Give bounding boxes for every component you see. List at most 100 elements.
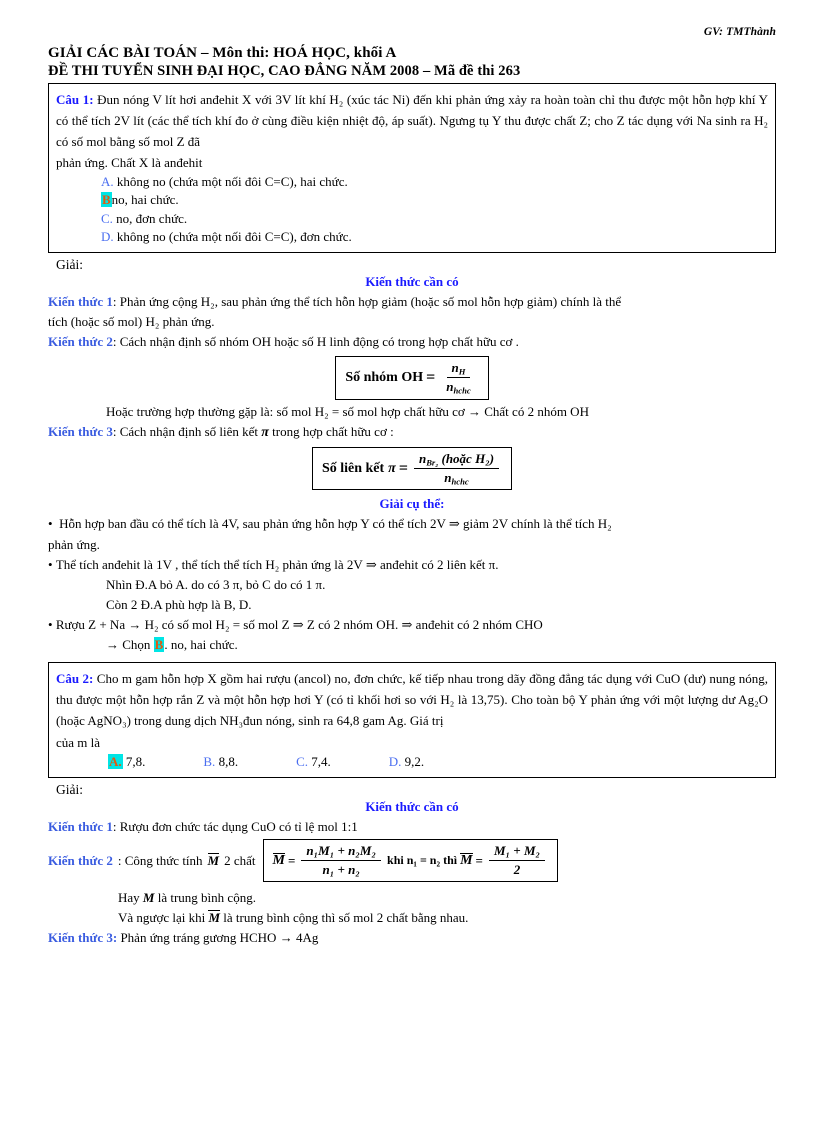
question-1-line1: Đun nóng V lít hơi anđehit X với 3V lít …	[97, 92, 636, 107]
s2-kt2-tag: Kiến thức 2	[48, 852, 113, 868]
solution-2-kt2: Kiến thức 2: Công thức tính M 2 chất M =…	[48, 839, 776, 883]
question-2-line4: của m là	[56, 734, 101, 750]
kt1-line2: tích (hoặc số mol) H₂ phản ứng.	[48, 314, 215, 330]
option-d-letter: D.	[101, 228, 114, 244]
teacher-credit: GV: TMThành	[703, 26, 776, 38]
hay-suffix: là trung bình cộng.	[154, 890, 256, 906]
option-a[interactable]: A. không no (chứa một nối đôi C=C), hai …	[101, 173, 768, 191]
q2-option-c-letter: C.	[296, 753, 308, 769]
formula-3-equals: =	[287, 852, 296, 868]
formula-3-num1: n₁M₁ + n₂M₂	[301, 843, 382, 862]
kt3-pi-symbol: π	[261, 424, 269, 440]
option-b-letter: B	[101, 192, 112, 208]
vang-m-bar: M	[208, 910, 221, 926]
vang-prefix: Và ngược lại khi	[118, 910, 209, 926]
formula-1-equals: =	[426, 368, 436, 386]
formula-2-box: Số liên kết π = nBr₂ (hoặc H₂) nhchc	[311, 446, 513, 491]
formula-2-numerator: nBr₂ (hoặc H₂)	[413, 451, 500, 469]
q2-option-a-text: 7,8.	[125, 753, 146, 769]
formula-3-fraction-2: M₁ + M₂ 2	[488, 843, 546, 878]
kt3-line-a: : Cách nhận định số liên kết	[112, 423, 262, 439]
final-choice-prefix: → Chọn	[106, 637, 154, 653]
q2-option-a-letter: A.	[108, 753, 123, 769]
kt2-line: : Cách nhận định số nhóm OH hoặc số H li…	[112, 334, 519, 350]
option-c[interactable]: C. no, đơn chức.	[101, 210, 768, 228]
s2-kt2-suffix: 2 chất	[224, 852, 256, 868]
solution-1-note: Hoặc trường hợp thường gặp là: số mol H₂…	[106, 403, 589, 419]
solution-1-detail-heading: Giải cụ thể:	[379, 496, 445, 512]
q2-option-d-letter: D.	[388, 753, 402, 769]
solution-1-giai-label: Giải:	[56, 256, 83, 272]
solution-1-kt3: Kiến thức 3: Cách nhận định số liên kết …	[48, 422, 776, 444]
solution-1-knowledge-heading: Kiến thức cần có	[365, 273, 459, 289]
solution-2-kt3: Kiến thức 3: Phản ứng tráng gương HCHO →…	[48, 928, 776, 948]
s2-kt1-tag: Kiến thức 1	[48, 818, 113, 834]
formula-2-fraction: nBr₂ (hoặc H₂) nhchc	[413, 451, 500, 487]
formula-1-wrapper: Số nhóm OH = nH nhchc	[48, 355, 776, 400]
final-choice-letter: B	[153, 637, 165, 653]
solution-2-giai-label: Giải:	[56, 781, 83, 797]
s2-kt3-tag: Kiến thức 3:	[48, 930, 118, 946]
formula-3-equals2: =	[475, 852, 483, 868]
kt3-tag: Kiến thức 3	[48, 423, 113, 439]
formula-2-denominator: nhchc	[444, 470, 469, 487]
question-1-options: A. không no (chứa một nối đôi C=C), hai …	[56, 173, 768, 246]
hay-m: M	[142, 890, 155, 906]
kt2-tag: Kiến thức 2	[48, 334, 113, 350]
formula-1-fraction: nH nhchc	[441, 360, 475, 396]
kt3-line-b: trong hợp chất hữu cơ :	[268, 423, 394, 439]
option-a-text: không no (chứa một nối đôi C=C), hai chứ…	[116, 174, 348, 190]
option-b-text: no, hai chức.	[111, 192, 179, 208]
bullet-2-sub2: Còn 2 Đ.A phù hợp là B, D.	[106, 596, 252, 612]
formula-3-lhs2: M	[460, 852, 473, 868]
kt1-tag: Kiến thức 1	[48, 293, 113, 309]
bullet-1-line1: Hỗn hợp ban đầu có thể tích là 4V, sau p…	[59, 516, 612, 532]
formula-3-den2: 2	[513, 862, 521, 878]
question-1-line4: phản ứng. Chất X là anđehit	[56, 155, 203, 171]
option-c-text: no, đơn chức.	[116, 210, 188, 226]
question-2-line1: Cho m gam hỗn hợp X gồm hai rượu (ancol)…	[96, 671, 681, 687]
kt1-line1: : Phản ứng cộng H₂, sau phản ứng thể tíc…	[112, 293, 622, 309]
option-b[interactable]: Bno, hai chức.	[101, 191, 768, 209]
q2-option-c-text: 7,4.	[311, 753, 331, 769]
q2-option-b[interactable]: B. 8,8.	[203, 754, 238, 769]
solution-2-hay-line: Hay M là trung bình cộng.	[48, 888, 776, 908]
question-1-label: Câu 1:	[56, 92, 94, 107]
formula-1-label: Số nhóm OH	[345, 369, 424, 385]
formula-3-lhs: M	[272, 852, 285, 868]
final-choice-suffix: . no, hai chức.	[164, 637, 238, 653]
formula-1-box: Số nhóm OH = nH nhchc	[335, 355, 489, 400]
vang-suffix: là trung bình cộng thì số mol 2 chất bằn…	[220, 910, 469, 926]
solution-2-kt1: Kiến thức 1: Rượu đơn chức tác dụng CuO …	[48, 817, 776, 837]
q2-option-b-letter: B.	[203, 753, 216, 769]
bullet-1-line2: phản ứng.	[48, 536, 100, 552]
formula-2-label: Số liên kết	[321, 460, 385, 476]
hay-prefix: Hay	[118, 890, 143, 906]
q2-option-a[interactable]: A. 7,8.	[108, 753, 146, 769]
formula-3-box: M = n₁M₁ + n₂M₂ n₁ + n₂ khi n₁ = n₂ thì …	[262, 839, 559, 883]
s2-kt2-prefix: : Công thức tính	[117, 852, 203, 868]
option-d[interactable]: D. không no (chứa một nối đôi C=C), đơn …	[101, 228, 768, 246]
formula-1-numerator: nH	[446, 360, 471, 379]
solution-1-final-choice: → Chọn B. no, hai chức.	[48, 635, 776, 655]
s2-kt3-line: Phản ứng tráng gương HCHO → 4Ag	[117, 930, 319, 946]
document-title-line2: ĐỀ THI TUYỂN SINH ĐẠI HỌC, CAO ĐẲNG NĂM …	[48, 63, 521, 79]
formula-3-den1: n₁ + n₂	[322, 862, 360, 878]
option-a-letter: A.	[101, 174, 114, 190]
page-content: GV: TMThành GIẢI CÁC BÀI TOÁN – Môn thi:…	[48, 26, 776, 949]
question-1-statement: Câu 1: Đun nóng V lít hơi anđehit X với …	[56, 89, 768, 152]
question-1-box: Câu 1: Đun nóng V lít hơi anđehit X với …	[48, 83, 776, 253]
formula-3-mid: khi n₁ = n₂ thì	[387, 853, 458, 868]
q2-option-c[interactable]: C. 7,4.	[296, 754, 331, 769]
formula-3-fraction-1: n₁M₁ + n₂M₂ n₁ + n₂	[301, 843, 382, 878]
s2-kt1-line: : Rượu đơn chức tác dụng CuO có tỉ lệ mo…	[112, 818, 358, 834]
option-d-text: không no (chứa một nối đôi C=C), đơn chứ…	[116, 228, 352, 244]
solution-1-bullet-2: Thể tích anđehit là 1V , thể tích thể tí…	[48, 555, 776, 575]
formula-3-num2: M₁ + M₂	[488, 843, 546, 862]
document-page: GV: TMThành GIẢI CÁC BÀI TOÁN – Môn thi:…	[0, 0, 816, 1123]
formula-2-equals: =	[398, 459, 408, 477]
formula-2-wrapper: Số liên kết π = nBr₂ (hoặc H₂) nhchc	[48, 446, 776, 491]
option-c-letter: C.	[101, 210, 113, 226]
formula-2-pi: π	[388, 460, 396, 476]
q2-option-d[interactable]: D. 9,2.	[389, 754, 424, 769]
